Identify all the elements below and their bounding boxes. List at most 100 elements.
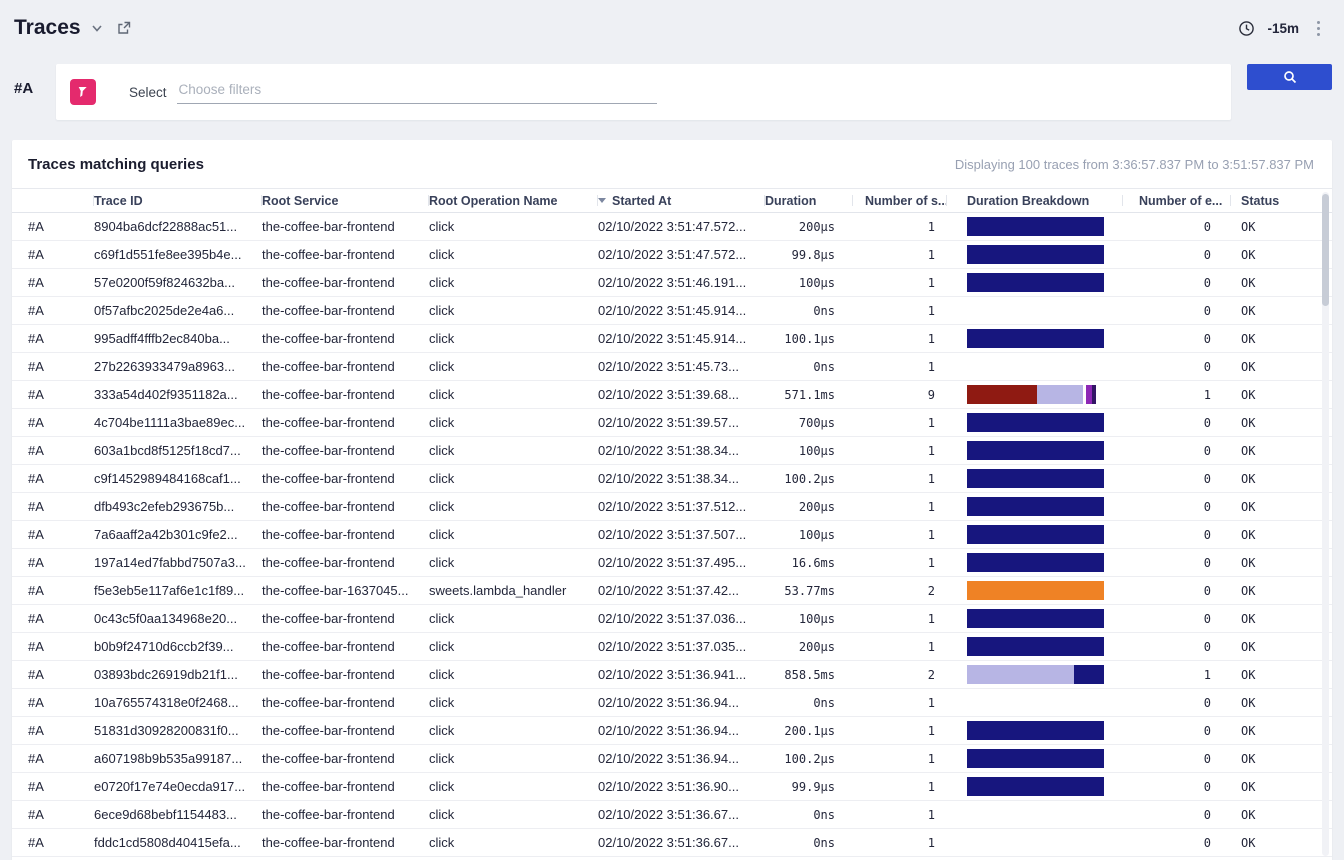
duration-breakdown-bar[interactable] <box>967 357 1104 376</box>
duration-breakdown-bar[interactable] <box>967 833 1104 852</box>
duration-breakdown-bar[interactable] <box>967 553 1104 572</box>
table-row[interactable]: #A 4c704be1111a3bae89ec... the-coffee-ba… <box>12 409 1332 437</box>
row-trace-id[interactable]: e0720f17e74e0ecda917... <box>94 779 262 794</box>
chevron-down-icon[interactable] <box>90 21 104 35</box>
table-row[interactable]: #A a607198b9b535a99187... the-coffee-bar… <box>12 745 1332 773</box>
table-row[interactable]: #A 0c43c5f0aa134968e20... the-coffee-bar… <box>12 605 1332 633</box>
row-trace-id[interactable]: 8904ba6dcf22888ac51... <box>94 219 262 234</box>
column-header-root-operation[interactable]: Root Operation Name <box>429 189 598 212</box>
duration-breakdown-bar[interactable] <box>967 469 1104 488</box>
duration-breakdown-bar[interactable] <box>967 301 1104 320</box>
column-header-duration[interactable]: Duration <box>765 189 853 212</box>
column-header-num-spans[interactable]: Number of s... <box>853 189 947 212</box>
duration-breakdown-bar[interactable] <box>967 665 1104 684</box>
scrollbar-thumb[interactable] <box>1322 194 1329 306</box>
row-trace-id[interactable]: 10a765574318e0f2468... <box>94 695 262 710</box>
time-range-label[interactable]: -15m <box>1267 21 1299 36</box>
row-status: OK <box>1231 808 1332 822</box>
table-row[interactable]: #A f5e3eb5e117af6e1c1f89... the-coffee-b… <box>12 577 1332 605</box>
duration-breakdown-bar[interactable] <box>967 581 1104 600</box>
duration-breakdown-bar[interactable] <box>967 441 1104 460</box>
row-trace-id[interactable]: c69f1d551fe8ee395b4e... <box>94 247 262 262</box>
row-trace-id[interactable]: 197a14ed7fabbd7507a3... <box>94 555 262 570</box>
table-row[interactable]: #A c9f1452989484168caf1... the-coffee-ba… <box>12 465 1332 493</box>
row-trace-id[interactable]: 995adff4fffb2ec840ba... <box>94 331 262 346</box>
table-row[interactable]: #A 0f57afbc2025de2e4a6... the-coffee-bar… <box>12 297 1332 325</box>
row-trace-id[interactable]: 57e0200f59f824632ba... <box>94 275 262 290</box>
table-row[interactable]: #A 197a14ed7fabbd7507a3... the-coffee-ba… <box>12 549 1332 577</box>
row-trace-id[interactable]: 7a6aaff2a42b301c9fe2... <box>94 527 262 542</box>
row-trace-id[interactable]: 0c43c5f0aa134968e20... <box>94 611 262 626</box>
duration-breakdown-bar[interactable] <box>967 329 1104 348</box>
row-trace-id[interactable]: 333a54d402f9351182a... <box>94 387 262 402</box>
table-row[interactable]: #A 995adff4fffb2ec840ba... the-coffee-ba… <box>12 325 1332 353</box>
export-icon[interactable] <box>116 20 132 36</box>
row-breakdown-cell <box>947 217 1123 236</box>
duration-breakdown-bar[interactable] <box>967 217 1104 236</box>
column-header-status[interactable]: Status <box>1231 189 1332 212</box>
row-trace-id[interactable]: 51831d30928200831f0... <box>94 723 262 738</box>
row-trace-id[interactable]: 0f57afbc2025de2e4a6... <box>94 303 262 318</box>
column-header-trace-id[interactable]: Trace ID <box>94 189 262 212</box>
row-status: OK <box>1231 500 1332 514</box>
row-trace-id[interactable]: 03893bdc26919db21f1... <box>94 667 262 682</box>
row-status: OK <box>1231 276 1332 290</box>
row-trace-id[interactable]: 4c704be1111a3bae89ec... <box>94 415 262 430</box>
table-row[interactable]: #A e0720f17e74e0ecda917... the-coffee-ba… <box>12 773 1332 801</box>
table-scrollbar[interactable] <box>1322 192 1329 856</box>
table-row[interactable]: #A 8904ba6dcf22888ac51... the-coffee-bar… <box>12 213 1332 241</box>
duration-breakdown-bar[interactable] <box>967 273 1104 292</box>
duration-breakdown-bar[interactable] <box>967 721 1104 740</box>
row-trace-id[interactable]: 27b2263933479a8963... <box>94 359 262 374</box>
table-row[interactable]: #A 03893bdc26919db21f1... the-coffee-bar… <box>12 661 1332 689</box>
row-root-service: the-coffee-bar-frontend <box>262 471 429 486</box>
table-row[interactable]: #A fddc1cd5808d40415efa... the-coffee-ba… <box>12 829 1332 857</box>
duration-breakdown-bar[interactable] <box>967 385 1104 404</box>
column-header-duration-breakdown[interactable]: Duration Breakdown <box>947 189 1123 212</box>
table-row[interactable]: #A 333a54d402f9351182a... the-coffee-bar… <box>12 381 1332 409</box>
table-row[interactable]: #A 10a765574318e0f2468... the-coffee-bar… <box>12 689 1332 717</box>
table-row[interactable]: #A 51831d30928200831f0... the-coffee-bar… <box>12 717 1332 745</box>
duration-breakdown-bar[interactable] <box>967 609 1104 628</box>
duration-breakdown-bar[interactable] <box>967 749 1104 768</box>
table-row[interactable]: #A c69f1d551fe8ee395b4e... the-coffee-ba… <box>12 241 1332 269</box>
row-trace-id[interactable]: c9f1452989484168caf1... <box>94 471 262 486</box>
row-breakdown-cell <box>947 301 1123 320</box>
duration-breakdown-bar[interactable] <box>967 693 1104 712</box>
column-header-num-errors[interactable]: Number of e... <box>1123 189 1231 212</box>
row-trace-id[interactable]: 603a1bcd8f5125f18cd7... <box>94 443 262 458</box>
duration-breakdown-bar[interactable] <box>967 777 1104 796</box>
row-num-spans: 1 <box>853 556 947 570</box>
filters-icon[interactable] <box>70 79 96 105</box>
duration-breakdown-bar[interactable] <box>967 805 1104 824</box>
duration-breakdown-bar[interactable] <box>967 245 1104 264</box>
filter-input[interactable] <box>177 80 657 104</box>
row-trace-id[interactable]: f5e3eb5e117af6e1c1f89... <box>94 583 262 598</box>
row-root-service: the-coffee-bar-frontend <box>262 219 429 234</box>
table-row[interactable]: #A b0b9f24710d6ccb2f39... the-coffee-bar… <box>12 633 1332 661</box>
duration-breakdown-bar[interactable] <box>967 637 1104 656</box>
table-row[interactable]: #A 57e0200f59f824632ba... the-coffee-bar… <box>12 269 1332 297</box>
column-header-query[interactable] <box>28 189 94 212</box>
table-row[interactable]: #A 603a1bcd8f5125f18cd7... the-coffee-ba… <box>12 437 1332 465</box>
column-header-root-service[interactable]: Root Service <box>262 189 429 212</box>
row-num-spans: 1 <box>853 416 947 430</box>
duration-breakdown-bar[interactable] <box>967 525 1104 544</box>
select-label: Select <box>129 85 167 100</box>
column-header-started-at[interactable]: Started At <box>598 189 765 212</box>
row-trace-id[interactable]: b0b9f24710d6ccb2f39... <box>94 639 262 654</box>
duration-breakdown-bar[interactable] <box>967 497 1104 516</box>
row-trace-id[interactable]: a607198b9b535a99187... <box>94 751 262 766</box>
duration-breakdown-bar[interactable] <box>967 413 1104 432</box>
clock-icon[interactable] <box>1238 20 1255 37</box>
table-row[interactable]: #A dfb493c2efeb293675b... the-coffee-bar… <box>12 493 1332 521</box>
table-row[interactable]: #A 6ece9d68bebf1154483... the-coffee-bar… <box>12 801 1332 829</box>
table-row[interactable]: #A 27b2263933479a8963... the-coffee-bar-… <box>12 353 1332 381</box>
row-trace-id[interactable]: 6ece9d68bebf1154483... <box>94 807 262 822</box>
table-row[interactable]: #A 7a6aaff2a42b301c9fe2... the-coffee-ba… <box>12 521 1332 549</box>
row-trace-id[interactable]: dfb493c2efeb293675b... <box>94 499 262 514</box>
row-trace-id[interactable]: fddc1cd5808d40415efa... <box>94 835 262 850</box>
row-query-label: #A <box>28 667 94 682</box>
search-button[interactable] <box>1247 64 1332 90</box>
kebab-menu-icon[interactable] <box>1311 17 1326 40</box>
